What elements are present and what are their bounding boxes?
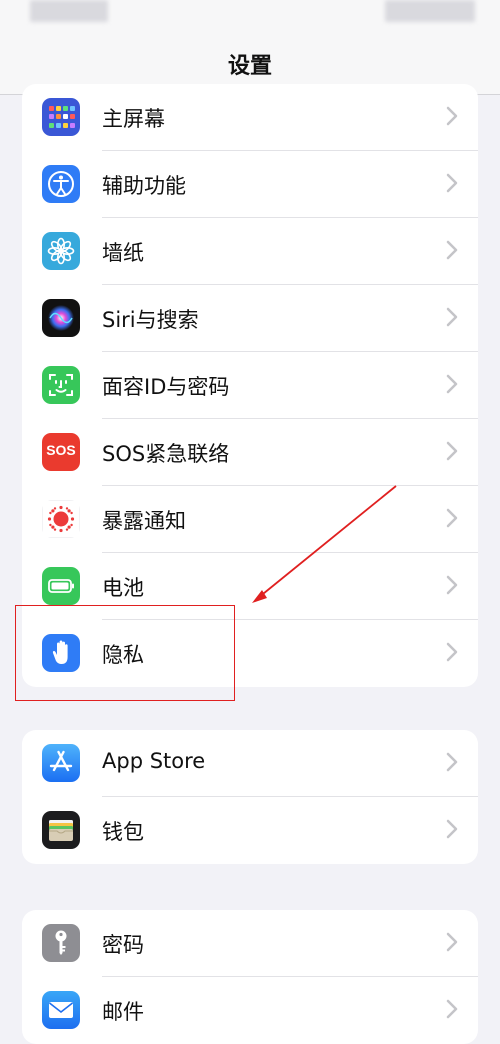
settings-item-home-screen[interactable]: 主屏幕 <box>22 84 478 151</box>
face-id-icon <box>42 366 80 404</box>
siri-icon <box>42 299 80 337</box>
chevron-right-icon <box>446 374 458 394</box>
settings-item-mail[interactable]: 邮件 <box>22 977 478 1044</box>
chevron-right-icon <box>446 932 458 952</box>
chevron-right-icon <box>446 575 458 595</box>
settings-item-label: 辅助功能 <box>102 174 186 198</box>
settings-item-label: 面容ID与密码 <box>102 375 230 399</box>
sos-icon-text: SOS <box>46 442 76 458</box>
mail-icon <box>42 991 80 1029</box>
chevron-right-icon <box>446 106 458 126</box>
settings-item-wallpaper[interactable]: 墙纸 <box>22 218 478 285</box>
settings-item-label: 邮件 <box>102 1000 144 1024</box>
settings-item-label: 暴露通知 <box>102 509 186 533</box>
settings-group-3: 密码 邮件 <box>22 910 478 1044</box>
chevron-right-icon <box>446 240 458 260</box>
sos-icon: SOS <box>42 433 80 471</box>
settings-item-label: 密码 <box>102 933 144 957</box>
wallpaper-icon <box>42 232 80 270</box>
chevron-right-icon <box>446 752 458 772</box>
battery-icon <box>42 567 80 605</box>
chevron-right-icon <box>446 307 458 327</box>
settings-item-label: Siri与搜索 <box>102 308 199 332</box>
settings-item-wallet[interactable]: 钱包 <box>22 797 478 864</box>
settings-item-accessibility[interactable]: 辅助功能 <box>22 151 478 218</box>
settings-item-label: 主屏幕 <box>102 107 165 131</box>
chevron-right-icon <box>446 173 458 193</box>
chevron-right-icon <box>446 819 458 839</box>
settings-item-app-store[interactable]: App Store <box>22 730 478 797</box>
status-bar <box>0 0 500 30</box>
settings-item-passwords[interactable]: 密码 <box>22 910 478 977</box>
settings-item-exposure-notification[interactable]: 暴露通知 <box>22 486 478 553</box>
settings-item-face-id[interactable]: 面容ID与密码 <box>22 352 478 419</box>
chevron-right-icon <box>446 999 458 1019</box>
exposure-notification-icon <box>42 500 80 538</box>
page-title: 设置 <box>227 54 272 79</box>
chevron-right-icon <box>446 441 458 461</box>
settings-item-siri[interactable]: Siri与搜索 <box>22 285 478 352</box>
status-bar-right-blurred <box>385 0 475 22</box>
app-store-icon <box>42 744 80 782</box>
highlight-box <box>15 605 235 701</box>
status-bar-left-blurred <box>30 0 108 22</box>
settings-group-1: 主屏幕 辅助功能 墙纸 Siri与搜索 面容ID与密码 SOS SOS紧急联络 … <box>22 84 478 687</box>
settings-item-sos[interactable]: SOS SOS紧急联络 <box>22 419 478 486</box>
settings-item-label: 墙纸 <box>102 241 144 265</box>
wallet-icon <box>42 811 80 849</box>
home-screen-icon <box>42 98 80 136</box>
settings-item-label: 钱包 <box>102 820 144 844</box>
settings-item-label: App Store <box>102 749 206 773</box>
accessibility-icon <box>42 165 80 203</box>
settings-item-label: 电池 <box>102 576 144 600</box>
chevron-right-icon <box>446 642 458 662</box>
settings-group-2: App Store 钱包 <box>22 730 478 864</box>
key-icon <box>42 924 80 962</box>
settings-item-label: SOS紧急联络 <box>102 442 230 466</box>
chevron-right-icon <box>446 508 458 528</box>
